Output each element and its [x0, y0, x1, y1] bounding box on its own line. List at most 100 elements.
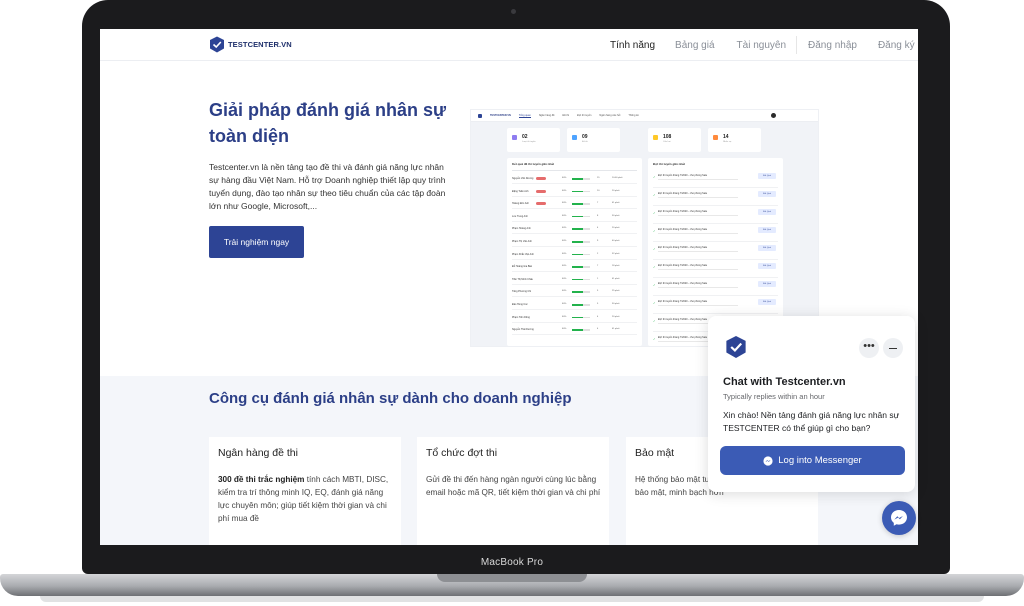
drive-title: Đợt thi tuyển tháng 7/2020 - cho phòng S…: [658, 282, 708, 285]
feature-card-title: Tổ chức đợt thi: [426, 447, 498, 459]
score-bar: [572, 178, 590, 180]
score-bar-fill: [572, 304, 583, 306]
time-taken: 41 phút: [612, 277, 620, 280]
result-button[interactable]: Kết Quả: [758, 227, 776, 233]
result-button[interactable]: Kết Quả: [758, 299, 776, 305]
feature-card-text: Gửi đề thi đến hàng ngàn người cùng lúc …: [426, 475, 601, 497]
result-button[interactable]: Kết Quả: [758, 281, 776, 287]
score-percent: 60%: [562, 315, 567, 318]
result-button[interactable]: Kết Quả: [758, 191, 776, 197]
score-bar-fill: [572, 178, 583, 180]
attempt-count: 5: [597, 303, 599, 305]
log-into-messenger-button[interactable]: Log into Messenger: [720, 446, 905, 475]
stat-number: 09: [582, 134, 588, 140]
drive-link: [658, 269, 738, 270]
score-bar-fill: [572, 203, 583, 205]
check-icon: ✓: [653, 211, 656, 215]
drive-title: Đợt thi tuyển tháng 7/2020 - cho phòng S…: [658, 336, 708, 339]
list-item: ✓ Đợt thi tuyển tháng 7/2020 - cho phòng …: [653, 224, 778, 242]
check-icon: ✓: [653, 229, 656, 233]
table-row: Nguyễn Thái Dương 60% 4 41 phút: [512, 325, 637, 336]
time-taken: 41 phút: [612, 328, 620, 331]
status-badge: [536, 189, 546, 193]
dashboard-brand: TESTCENTER.VN: [490, 114, 511, 117]
table-row: Phạm Thị Vân Anh 60% 9 40 phút: [512, 237, 637, 247]
result-button[interactable]: Kết Quả: [758, 263, 776, 269]
feature-card-text: 300 đề thi trắc nghiệm tính cách MBTI, D…: [218, 473, 394, 525]
more-options-button[interactable]: •••: [859, 338, 879, 358]
candidate-name: Nguyễn Thái Dương: [512, 328, 534, 332]
attempt-count: 1: [597, 277, 599, 280]
dashboard-nav-item: Thống kê: [628, 114, 639, 117]
messenger-icon: [763, 455, 773, 466]
score-bar: [572, 241, 590, 243]
table-row: Tăng Phương Chi 60% 5 25 phút: [512, 287, 637, 298]
result-button[interactable]: Kết Quả: [758, 245, 776, 251]
check-icon: ✓: [653, 319, 656, 323]
candidate-name: Hoàng Đức Anh: [512, 202, 530, 206]
candidate-name: Trần Thị Minh Châu: [512, 277, 533, 281]
drive-title: Đợt thi tuyển tháng 7/2020 - cho phòng S…: [658, 246, 708, 249]
result-button[interactable]: Kết Quả: [758, 173, 776, 179]
attempt-count: 4: [597, 328, 599, 331]
stat-label: Đề thi: [582, 141, 588, 143]
status-badge: [536, 202, 546, 206]
hero-description: Testcenter.vn là nền tảng tạo đề thi và …: [209, 162, 446, 211]
candidate-name: Phạm Tiến Dũng: [512, 315, 530, 319]
shield-logo-icon: [726, 336, 746, 358]
result-button[interactable]: Kết Quả: [758, 209, 776, 215]
stat-card: 14 Nhân sự: [708, 128, 761, 152]
feature-card-title: Ngân hàng đề thi: [218, 447, 298, 459]
dashboard-logo-icon: [478, 113, 482, 118]
check-icon: ✓: [653, 193, 656, 197]
score-bar-fill: [572, 278, 583, 281]
attempt-count: 7: [597, 265, 599, 268]
status-badge: [536, 177, 546, 180]
attempt-count: 8: [597, 214, 599, 217]
check-icon: ✓: [653, 265, 656, 269]
check-icon: ✓: [653, 337, 656, 341]
try-now-button[interactable]: Trải nghiệm ngay: [209, 226, 304, 258]
dashboard-avatar: [771, 113, 776, 118]
attempt-count: 9: [597, 240, 599, 242]
dashboard-nav-item: Ngân hàng đề: [538, 114, 555, 117]
site-logo[interactable]: TESTCENTER.VN: [209, 36, 292, 53]
messenger-fab-button[interactable]: [882, 501, 916, 535]
list-item: ✓ Đợt thi tuyển tháng 7/2020 - cho phòng …: [653, 296, 778, 314]
score-bar-fill: [572, 215, 583, 218]
time-taken: 30 phút: [612, 303, 620, 305]
signup-link[interactable]: Đăng ký: [878, 40, 915, 51]
chat-greeting: Xin chào! Nền tảng đánh giá năng lực nhâ…: [723, 410, 900, 433]
candidate-name: Lưu Trung Anh: [512, 214, 528, 218]
attempt-count: 5: [597, 290, 599, 293]
candidate-name: Nguyễn Văn Dương: [512, 177, 534, 180]
nav-pricing[interactable]: Bảng giá: [675, 40, 714, 51]
drive-link: [658, 179, 738, 180]
minimize-button[interactable]: [883, 338, 903, 358]
score-bar: [572, 215, 590, 218]
nav-resources[interactable]: Tài nguyên: [737, 40, 786, 51]
table-row: Hoàng Đức Anh 60% 7 41 phút: [512, 199, 637, 210]
nav-features[interactable]: Tính năng: [610, 40, 655, 51]
score-bar-fill: [572, 316, 583, 319]
time-taken: 20 phút: [612, 189, 620, 192]
time-taken: 40 phút: [612, 240, 620, 242]
candidate-name: Tăng Phương Chi: [512, 290, 532, 294]
hero-title: Giải pháp đánh giá nhân sự toàn diện: [209, 97, 469, 149]
score-percent: 60%: [562, 252, 567, 255]
score-bar: [572, 253, 590, 256]
table-row: Nguyễn Văn Dương 60% 15 10:00 phút: [512, 174, 637, 184]
time-taken: 20 phút: [612, 227, 620, 230]
dashboard-nav: TESTCENTER.VN Tổng quan Ngân hàng đề Đề …: [471, 110, 818, 122]
stat-number: 14: [723, 134, 729, 140]
dashboard-preview: TESTCENTER.VN Tổng quan Ngân hàng đề Đề …: [470, 109, 819, 347]
table-row: Phạm Khắc Việt Anh 60% 2 32 phút: [512, 250, 637, 260]
score-bar: [572, 266, 590, 268]
login-link[interactable]: Đăng nhập: [808, 40, 857, 51]
candidate-name: Phạm Hoàng Anh: [512, 227, 531, 231]
stat-label: Lượt thi tuyển: [522, 141, 536, 143]
stat-icon: [572, 135, 577, 140]
stat-icon: [713, 135, 718, 140]
score-bar: [572, 329, 590, 331]
score-percent: 60%: [562, 290, 567, 293]
